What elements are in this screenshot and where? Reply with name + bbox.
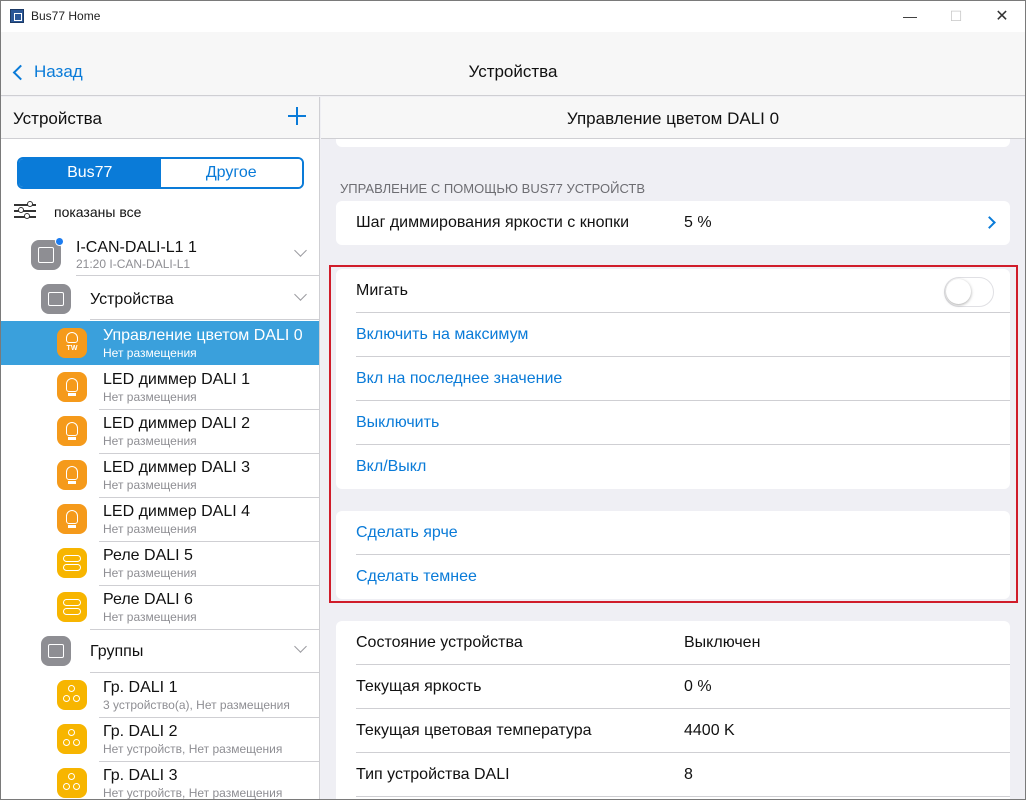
group-icon xyxy=(57,724,87,754)
item-title: Гр. DALI 3 xyxy=(103,767,178,784)
filter-label: показаны все xyxy=(54,204,142,220)
divider xyxy=(76,275,319,276)
list-item[interactable]: Гр. DALI 1 3 устройство(а), Нет размещен… xyxy=(1,673,319,717)
group-devices-row[interactable]: Устройства xyxy=(1,279,319,319)
window-title: Bus77 Home xyxy=(31,9,101,23)
bulb-icon xyxy=(57,504,87,534)
device-row[interactable]: I-CAN-DALI-L1 1 21:20 I-CAN-DALI-L1 xyxy=(1,235,319,275)
item-title: Реле DALI 6 xyxy=(103,591,193,608)
chevron-down-icon[interactable] xyxy=(294,244,307,257)
status-value: 8 xyxy=(684,766,693,783)
dimming-step-row[interactable]: Шаг диммирования яркости с кнопки 5 % xyxy=(336,201,1010,245)
segment-bus77[interactable]: Bus77 xyxy=(19,159,161,187)
groups-group-title: Группы xyxy=(90,643,144,660)
status-value: 0 % xyxy=(684,678,712,695)
item-subtitle: Нет размещения xyxy=(103,346,197,360)
detail-title: Управление цветом DALI 0 xyxy=(566,109,780,128)
group-groups-row[interactable]: Группы xyxy=(1,631,319,671)
detail-panel: Управление цветом DALI 0 УПРАВЛЕНИЕ С ПО… xyxy=(321,97,1025,799)
source-segmented-control: Bus77 Другое xyxy=(17,157,304,189)
close-button[interactable]: ✕ xyxy=(979,1,1025,32)
minimize-button[interactable]: — xyxy=(887,1,933,32)
list-item[interactable]: LED диммер DALI 3 Нет размещения xyxy=(1,453,319,497)
folder-icon xyxy=(41,284,71,314)
chevron-down-icon[interactable] xyxy=(294,288,307,301)
status-value: Выключен xyxy=(684,634,761,651)
list-item[interactable]: Реле DALI 6 Нет размещения xyxy=(1,585,319,629)
item-subtitle: Нет размещения xyxy=(103,478,197,492)
divider xyxy=(90,319,319,320)
app-window: Bus77 Home — ☐ ✕ Назад Устройства Устрой… xyxy=(0,0,1026,800)
status-row: Текущая цветовая температура 4400 K xyxy=(336,709,1010,753)
item-title: Управление цветом DALI 0 xyxy=(103,327,303,344)
status-label: Тип устройства DALI xyxy=(356,766,510,783)
device-sidebar: Устройства Bus77 Другое показаны все I-C… xyxy=(1,97,320,800)
item-subtitle: Нет размещения xyxy=(103,522,197,536)
bulb-icon xyxy=(57,460,87,490)
list-item[interactable]: LED диммер DALI 4 Нет размещения xyxy=(1,497,319,541)
item-title: Реле DALI 5 xyxy=(103,547,193,564)
page-title: Устройства xyxy=(468,62,558,81)
status-value: 4400 K xyxy=(684,722,735,739)
status-card: Состояние устройства Выключен Текущая яр… xyxy=(336,621,1010,799)
relay-icon xyxy=(57,548,87,578)
item-title: Гр. DALI 2 xyxy=(103,723,178,740)
list-item[interactable]: Гр. DALI 3 Нет устройств, Нет размещения xyxy=(1,761,319,800)
dimming-step-label: Шаг диммирования яркости с кнопки xyxy=(356,214,630,231)
bulb-icon xyxy=(57,416,87,446)
item-title: LED диммер DALI 2 xyxy=(103,415,250,432)
item-subtitle: Нет размещения xyxy=(103,390,197,404)
maximize-button[interactable]: ☐ xyxy=(933,1,979,32)
group-icon xyxy=(57,680,87,710)
item-subtitle: 3 устройство(а), Нет размещения xyxy=(103,698,290,712)
dimming-card: Шаг диммирования яркости с кнопки 5 % xyxy=(336,201,1010,245)
status-label: Текущая цветовая температура xyxy=(356,722,592,739)
chevron-right-icon xyxy=(983,216,996,229)
sidebar-title: Устройства xyxy=(13,109,102,128)
chevron-down-icon[interactable] xyxy=(294,640,307,653)
list-item[interactable]: Гр. DALI 2 Нет устройств, Нет размещения xyxy=(1,717,319,761)
item-subtitle: Нет устройств, Нет размещения xyxy=(103,786,283,800)
section-label: УПРАВЛЕНИЕ С ПОМОЩЬЮ BUS77 УСТРОЙСТВ xyxy=(340,181,646,196)
device-title: I-CAN-DALI-L1 1 xyxy=(76,239,197,256)
item-title: Гр. DALI 1 xyxy=(103,679,178,696)
relay-icon xyxy=(57,592,87,622)
segment-other[interactable]: Другое xyxy=(160,159,302,187)
color-light-icon: TW xyxy=(57,328,87,358)
device-subtitle: 21:20 I-CAN-DALI-L1 xyxy=(76,257,191,271)
status-row: Состояние устройства Выключен xyxy=(336,621,1010,665)
devices-group-title: Устройства xyxy=(90,291,174,308)
dimming-step-value: 5 % xyxy=(684,214,712,231)
top-card xyxy=(336,139,1010,147)
add-icon[interactable] xyxy=(288,107,306,125)
item-subtitle: Нет размещения xyxy=(103,434,197,448)
item-title: LED диммер DALI 3 xyxy=(103,459,250,476)
title-bar: Bus77 Home — ☐ ✕ xyxy=(1,1,1025,32)
detail-header: Управление цветом DALI 0 xyxy=(321,97,1025,139)
status-label: Состояние устройства xyxy=(356,634,523,651)
list-item[interactable]: LED диммер DALI 1 Нет размещения xyxy=(1,365,319,409)
notification-dot-icon xyxy=(55,237,64,246)
status-row: Тип устройства DALI 8 xyxy=(336,753,1010,797)
item-subtitle: Нет устройств, Нет размещения xyxy=(103,742,283,756)
group-icon xyxy=(57,768,87,798)
bulb-icon xyxy=(57,372,87,402)
item-title: LED диммер DALI 1 xyxy=(103,371,250,388)
item-title: LED диммер DALI 4 xyxy=(103,503,250,520)
filter-icon[interactable] xyxy=(14,201,36,219)
nav-bar: Назад Устройства xyxy=(1,32,1025,96)
highlight-frame xyxy=(329,265,1018,603)
list-item-selected[interactable]: TW Управление цветом DALI 0 Нет размещен… xyxy=(1,321,319,365)
status-row: Текущая яркость 0 % xyxy=(336,665,1010,709)
divider xyxy=(90,629,319,630)
app-logo-icon xyxy=(10,9,24,23)
folder-icon xyxy=(41,636,71,666)
status-label: Текущая яркость xyxy=(356,678,482,695)
item-subtitle: Нет размещения xyxy=(103,566,197,580)
item-subtitle: Нет размещения xyxy=(103,610,197,624)
list-item[interactable]: Реле DALI 5 Нет размещения xyxy=(1,541,319,585)
list-item[interactable]: LED диммер DALI 2 Нет размещения xyxy=(1,409,319,453)
sidebar-header: Устройства xyxy=(1,97,319,139)
